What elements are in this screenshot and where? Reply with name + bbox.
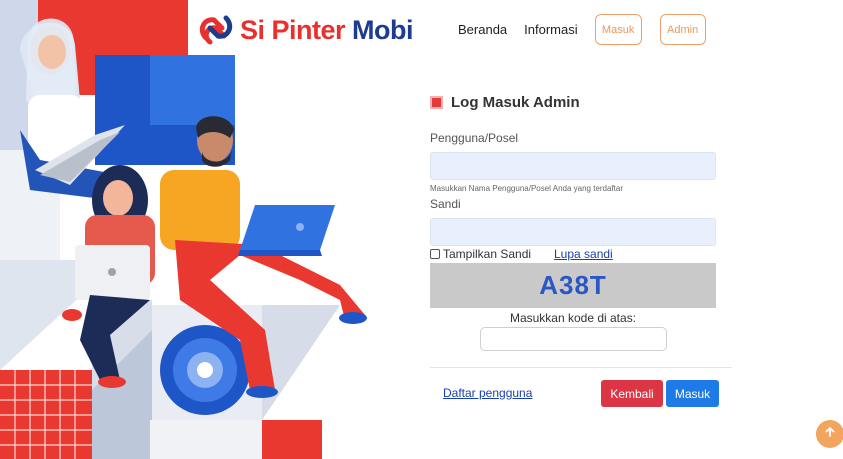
nav-admin-button[interactable]: Admin (659, 14, 706, 45)
brand-name: Si Pinter Mobi (240, 14, 414, 46)
back-button[interactable]: Kembali (601, 380, 663, 407)
username-hint: Masukkan Nama Pengguna/Posel Anda yang t… (430, 184, 624, 193)
show-password-checkbox[interactable] (430, 249, 440, 259)
brand-name-part1: Si Pinter (240, 14, 346, 45)
captcha-box: A38T (430, 263, 716, 308)
arrow-up-icon (824, 425, 836, 443)
show-password-toggle[interactable]: Tampilkan Sandi (430, 247, 531, 261)
captcha-input[interactable] (480, 327, 667, 351)
form-divider (430, 367, 732, 368)
nav-login-button[interactable]: Masuk (594, 14, 642, 45)
scroll-top-button[interactable] (816, 420, 843, 448)
show-password-label: Tampilkan Sandi (443, 247, 532, 261)
logo-icon (196, 8, 236, 53)
form-title: Log Masuk Admin (430, 94, 580, 111)
hero-illustration (0, 0, 372, 459)
nav-info-link[interactable]: Informasi (524, 15, 577, 45)
nav-home-link[interactable]: Beranda (458, 15, 507, 45)
password-input[interactable] (430, 218, 716, 246)
brand-name-part2: Mobi (352, 14, 414, 45)
captcha-code: A38T (539, 270, 607, 300)
login-submit-button[interactable]: Masuk (666, 380, 719, 407)
forgot-password-link[interactable]: Lupa sandi (554, 247, 613, 261)
password-label: Sandi (430, 197, 461, 211)
brand-logo[interactable]: Si Pinter Mobi (196, 8, 414, 53)
register-link[interactable]: Daftar pengguna (443, 386, 532, 400)
form-title-text: Log Masuk Admin (451, 94, 580, 111)
username-label: Pengguna/Posel (430, 131, 519, 145)
username-input[interactable] (430, 152, 716, 180)
captcha-prompt: Masukkan kode di atas: (509, 311, 637, 325)
top-nav: Beranda Informasi Masuk Admin (458, 14, 706, 45)
square-icon (430, 96, 443, 109)
